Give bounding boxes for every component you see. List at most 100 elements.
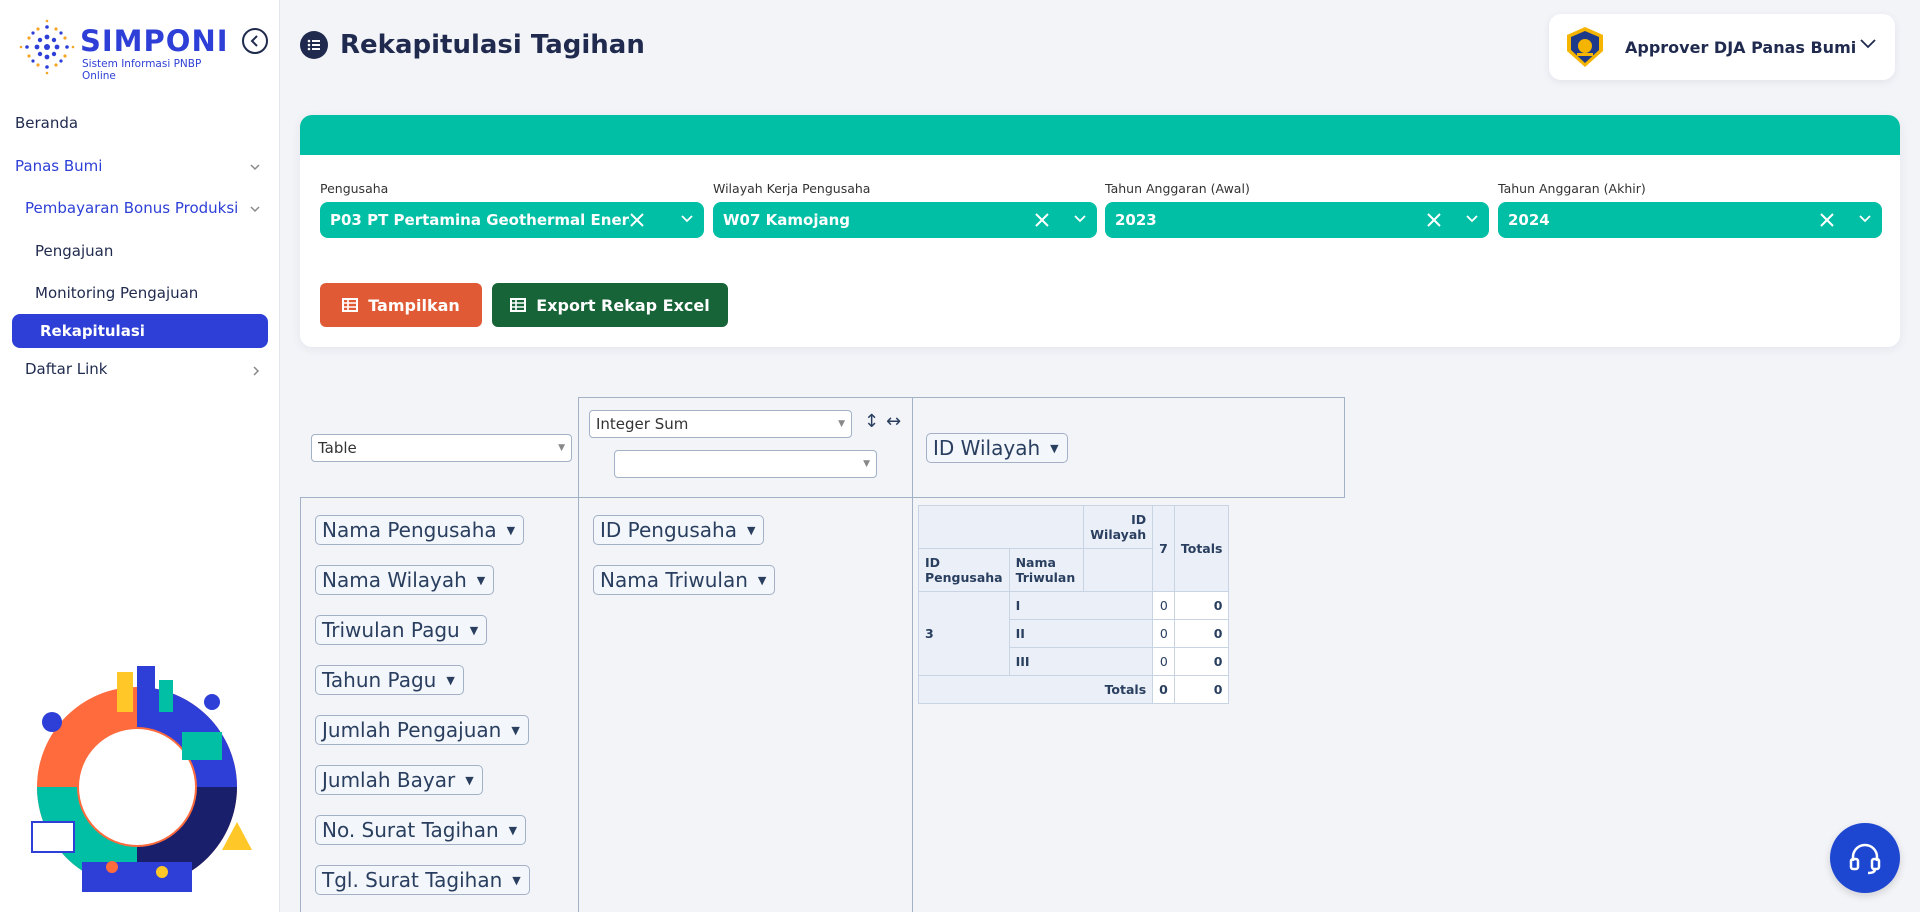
row-group-label: 3 [918, 591, 1010, 676]
clear-icon[interactable] [1425, 211, 1443, 229]
brand-title: SIMPONI [80, 24, 229, 58]
row-label: II [1008, 619, 1154, 648]
pill-label: ID Pengusaha [600, 518, 737, 542]
headset-icon [1849, 843, 1881, 875]
sidebar-item-label: Panas Bumi [15, 157, 103, 175]
grand-col-total: 0 [1152, 675, 1175, 704]
col-order-icon[interactable]: ↔ [886, 411, 901, 432]
row-total: 0 [1173, 591, 1230, 620]
clear-icon[interactable] [1818, 211, 1836, 229]
pill-label: Jumlah Pengajuan [322, 718, 502, 742]
caret-down-icon: ▼ [558, 443, 565, 453]
pivot-attr-nama-triwulan[interactable]: Nama Triwulan ▼ [593, 565, 776, 595]
user-menu[interactable]: Approver DJA Panas Bumi [1549, 14, 1895, 80]
pivot-result-table: ID Wilayah 7 Totals ID Pengusaha Nama Tr… [917, 505, 1230, 704]
sidebar-item-pengajuan[interactable]: Pengajuan [35, 242, 113, 260]
col-totals-label: Totals [1173, 505, 1230, 592]
caret-down-icon: ▼ [838, 419, 845, 429]
pill-label: Triwulan Pagu [322, 618, 460, 642]
row-header-id-pengusaha: ID Pengusaha [918, 548, 1010, 592]
sidebar-item-daftar-link[interactable]: Daftar Link [25, 360, 270, 378]
select-value: Table [318, 439, 357, 457]
col-header-label: ID Wilayah [1083, 505, 1154, 549]
chevron-down-icon[interactable] [1073, 214, 1087, 224]
help-support-button[interactable] [1830, 823, 1900, 893]
sidebar-collapse-button[interactable] [242, 28, 268, 54]
aggregator-select[interactable]: Integer Sum ▼ [589, 410, 852, 438]
caret-down-icon: ▼ [446, 673, 455, 687]
sidebar-item-pembayaran-bonus-produksi[interactable]: Pembayaran Bonus Produksi [25, 199, 270, 217]
sidebar-item-label: Daftar Link [25, 360, 108, 378]
table-header-row: ID Wilayah 7 Totals [917, 505, 1230, 592]
export-excel-button[interactable]: Export Rekap Excel [492, 283, 728, 327]
simponi-logo[interactable]: SIMPONI Sistem Informasi PNBP Online [18, 18, 238, 82]
pill-label: ID Wilayah [933, 436, 1041, 460]
aggregator-attr-select[interactable]: ▼ [614, 450, 877, 478]
filter-panel-header [300, 115, 1900, 155]
filter-tahun-awal: Tahun Anggaran (Awal) 2023 [1105, 181, 1489, 238]
caret-down-icon: ▼ [506, 523, 516, 537]
row-total: 0 [1173, 647, 1230, 676]
filter-tahun-akhir: Tahun Anggaran (Akhir) 2024 [1498, 181, 1882, 238]
caret-down-icon: ▼ [863, 459, 870, 469]
pivot-attr-tgl-surat-tagihan[interactable]: Tgl. Surat Tagihan ▼ [315, 865, 530, 895]
wilayah-select[interactable]: W07 Kamojang [713, 202, 1097, 238]
chevron-right-icon [253, 366, 260, 376]
simponi-logo-icon [19, 19, 75, 75]
pill-label: Tgl. Surat Tagihan [322, 868, 503, 892]
grand-totals-label: Totals [917, 675, 1154, 704]
pill-label: Jumlah Bayar [322, 768, 456, 792]
row-order-icon[interactable]: ↕ [864, 411, 879, 432]
pivot-attr-jumlah-bayar[interactable]: Jumlah Bayar ▼ [315, 765, 483, 795]
sidebar-item-label: Rekapitulasi [40, 322, 145, 340]
table-totals-row: Totals 0 0 [917, 675, 1230, 704]
grand-total: 0 [1173, 675, 1230, 704]
filter-label: Tahun Anggaran (Akhir) [1498, 181, 1646, 196]
pivot-attr-id-wilayah[interactable]: ID Wilayah ▼ [926, 433, 1068, 463]
pivot-attr-tahun-pagu[interactable]: Tahun Pagu ▼ [315, 665, 464, 695]
row-total: 0 [1173, 619, 1230, 648]
pivot-attr-triwulan-pagu[interactable]: Triwulan Pagu ▼ [315, 615, 488, 645]
select-value: P03 PT Pertamina Geothermal Energy [330, 211, 630, 229]
chevron-down-icon[interactable] [680, 214, 694, 224]
tampilkan-button[interactable]: Tampilkan [320, 283, 482, 327]
caret-down-icon: ▼ [511, 723, 520, 737]
pivot-attr-id-pengusaha[interactable]: ID Pengusaha ▼ [593, 515, 765, 545]
caret-down-icon: ▼ [508, 823, 518, 837]
pengusaha-select[interactable]: P03 PT Pertamina Geothermal Energy [320, 202, 704, 238]
filter-label: Pengusaha [320, 181, 389, 196]
sidebar-item-rekapitulasi[interactable]: Rekapitulasi [12, 314, 268, 348]
sidebar-item-beranda[interactable]: Beranda [15, 114, 78, 132]
row-header-nama-triwulan: Nama Triwulan [1008, 548, 1085, 592]
pivot-attr-nama-pengusaha[interactable]: Nama Pengusaha ▼ [315, 515, 525, 545]
chevron-down-icon[interactable] [1465, 214, 1479, 224]
filter-label: Wilayah Kerja Pengusaha [713, 181, 871, 196]
pivot-attr-no-surat-tagihan[interactable]: No. Surat Tagihan ▼ [315, 815, 527, 845]
chevron-down-icon [250, 206, 260, 213]
chevron-left-icon [250, 35, 258, 47]
caret-down-icon: ▼ [465, 773, 474, 787]
sidebar-item-label: Beranda [15, 114, 79, 132]
kemenkeu-emblem-icon [1567, 27, 1603, 67]
filter-label: Tahun Anggaran (Awal) [1105, 181, 1250, 196]
pill-label: Nama Wilayah [322, 568, 467, 592]
chevron-down-icon [1860, 39, 1876, 49]
clear-icon[interactable] [1033, 211, 1051, 229]
tahun-awal-select[interactable]: 2023 [1105, 202, 1489, 238]
chevron-down-icon[interactable] [1858, 214, 1872, 224]
brand-subtitle: Sistem Informasi PNBP Online [82, 58, 202, 82]
clear-icon[interactable] [628, 211, 646, 229]
col-header-value: 7 [1152, 505, 1175, 592]
row-label: III [1008, 647, 1154, 676]
pivot-attr-nama-wilayah[interactable]: Nama Wilayah ▼ [315, 565, 495, 595]
row-value: 0 [1152, 619, 1175, 648]
tahun-akhir-select[interactable]: 2024 [1498, 202, 1882, 238]
filter-panel: Pengusaha P03 PT Pertamina Geothermal En… [300, 115, 1900, 347]
pivot-attr-jumlah-pengajuan[interactable]: Jumlah Pengajuan ▼ [315, 715, 529, 745]
pivot-unused-attrs-area [300, 497, 579, 912]
sidebar-item-panas-bumi[interactable]: Panas Bumi [15, 157, 270, 175]
table-corner [917, 505, 1085, 549]
caret-down-icon: ▼ [512, 873, 521, 887]
renderer-select[interactable]: Table ▼ [311, 434, 572, 462]
sidebar-item-monitoring-pengajuan[interactable]: Monitoring Pengajuan [35, 284, 198, 302]
